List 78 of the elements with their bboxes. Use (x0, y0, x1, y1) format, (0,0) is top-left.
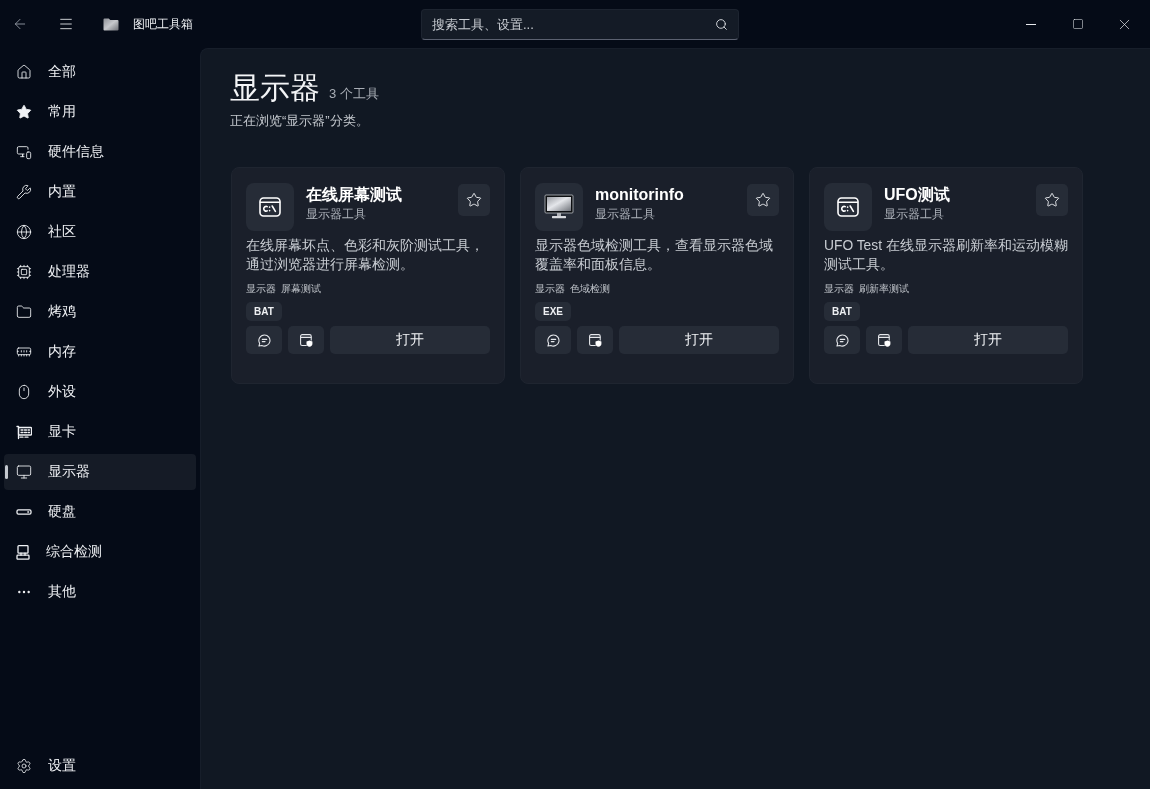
tool-name: UFO测试 (884, 185, 951, 205)
window-shield-icon (299, 333, 313, 347)
sidebar-item[interactable]: 处理器 (4, 254, 196, 290)
cpu-icon (16, 264, 32, 280)
chat-icon (546, 333, 560, 347)
tool-description: 在线屏幕坏点、色彩和灰阶测试工具，通过浏览器进行屏幕检测。 (246, 237, 485, 274)
chat-icon (257, 333, 271, 347)
console-app-icon (824, 183, 872, 231)
star-icon (16, 104, 32, 120)
sidebar-item[interactable]: 外设 (4, 374, 196, 410)
tool-category: 显示器工具 (306, 206, 367, 223)
devices-icon (16, 144, 32, 160)
run-as-admin-button[interactable] (288, 326, 324, 354)
run-as-admin-button[interactable] (866, 326, 902, 354)
tag-label: 显示器 (824, 282, 854, 296)
page-title: 显示器 (230, 70, 320, 106)
sidebar-item[interactable]: 硬盘 (4, 494, 196, 530)
tool-category: 显示器工具 (595, 206, 656, 223)
favorite-button[interactable] (747, 184, 779, 216)
file-type-badge: EXE (535, 302, 571, 321)
folder-icon (16, 304, 32, 320)
page-subtitle: 正在浏览“显示器”分类。 (230, 112, 370, 130)
sidebar-item[interactable]: 内存 (4, 334, 196, 370)
tool-description: UFO Test 在线显示器刷新率和运动模糊测试工具。 (824, 237, 1068, 274)
globe-icon (16, 224, 32, 240)
file-type-badge: BAT (246, 302, 282, 321)
sidebar-item[interactable]: 内置 (4, 174, 196, 210)
tag-label: 显示器 (246, 282, 276, 296)
tag-label: 屏幕测试 (281, 282, 321, 296)
open-button[interactable]: 打开 (619, 326, 779, 354)
window-shield-icon (588, 333, 602, 347)
memory-icon (16, 344, 32, 360)
graphics-card-icon (16, 424, 32, 440)
sidebar-item[interactable]: 其他 (4, 574, 196, 610)
minimize-icon (1025, 23, 1036, 25)
open-button[interactable]: 打开 (908, 326, 1068, 354)
tool-category: 显示器工具 (884, 206, 945, 223)
chat-button[interactable] (535, 326, 571, 354)
menu-icon (58, 16, 74, 32)
wrench-icon (16, 184, 32, 200)
sidebar-item[interactable]: 常用 (4, 94, 196, 130)
tool-count: 3 个工具 (329, 85, 379, 103)
tag-label: 刷新率测试 (859, 282, 909, 296)
run-as-admin-button[interactable] (577, 326, 613, 354)
mouse-icon (16, 384, 32, 400)
monitor-icon (16, 464, 32, 480)
sidebar-item[interactable]: 显卡 (4, 414, 196, 450)
console-app-icon (246, 183, 294, 231)
sidebar-item[interactable]: 全部 (4, 54, 196, 90)
search-field[interactable]: 搜索工具、设置... (421, 8, 739, 40)
settings-item[interactable]: 设置 (4, 748, 196, 784)
chat-button[interactable] (246, 326, 282, 354)
tool-description: 显示器色域检测工具，查看显示器色域覆盖率和面板信息。 (535, 237, 774, 274)
tool-name: 在线屏幕测试 (306, 185, 403, 205)
app-folder-icon (103, 17, 119, 31)
tag-label: 显示器 (535, 282, 565, 296)
favorite-button[interactable] (458, 184, 490, 216)
search-icon (715, 17, 728, 31)
home-icon (16, 64, 32, 80)
maximize-icon (1071, 18, 1084, 30)
tag-label: 色域检测 (570, 282, 610, 296)
chat-icon (835, 333, 849, 347)
sidebar-item[interactable]: 社区 (4, 214, 196, 250)
window-shield-icon (877, 333, 891, 347)
settings-icon (16, 758, 32, 774)
favorite-button[interactable] (1036, 184, 1068, 216)
sidebar-item[interactable]: 硬件信息 (4, 134, 196, 170)
computer-icon (16, 544, 30, 560)
monitor-app-icon (535, 183, 583, 231)
drive-icon (16, 509, 32, 515)
sidebar-item[interactable]: 烤鸡 (4, 294, 196, 330)
open-button[interactable]: 打开 (330, 326, 490, 354)
app-title: 图吧工具箱 (133, 15, 193, 33)
tool-name: monitorinfo (595, 185, 685, 205)
sidebar-item[interactable]: 综合检测 (4, 534, 196, 570)
sidebar-item[interactable]: 显示器 (4, 454, 196, 490)
file-type-badge: BAT (824, 302, 860, 321)
chat-button[interactable] (824, 326, 860, 354)
